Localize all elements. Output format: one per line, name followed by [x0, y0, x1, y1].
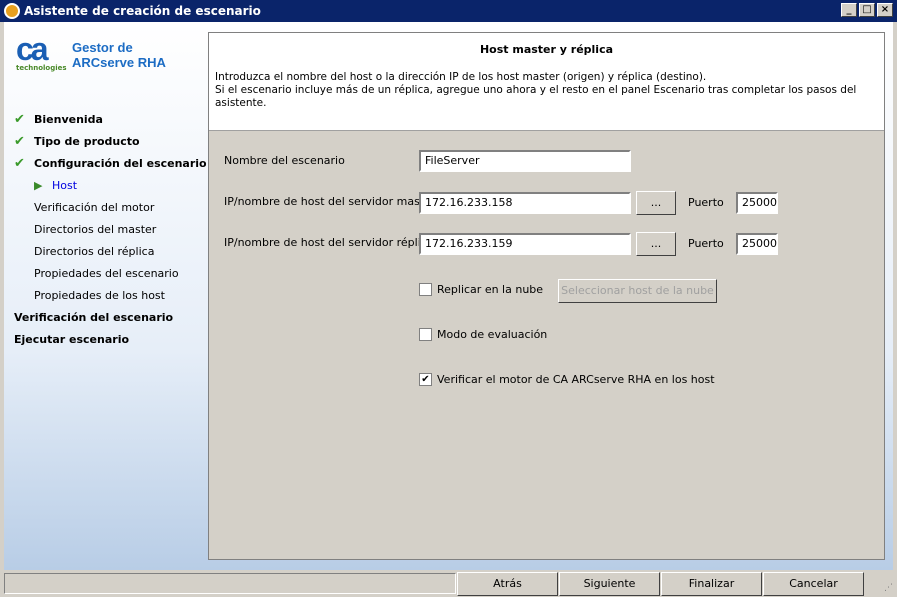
maximize-button[interactable]: □ [859, 3, 875, 17]
product-name: Gestor de ARCserve RHA [72, 40, 166, 70]
replica-port-label: Puerto [688, 237, 724, 250]
step-propiedades-escenario: Propiedades del escenario [34, 266, 179, 280]
scenario-name-input[interactable]: FileServer [419, 150, 631, 172]
master-host-label: IP/nombre de host del servidor master [224, 195, 436, 208]
step-directorios-replica: Directorios del réplica [34, 244, 155, 258]
verify-engine-label: Verificar el motor de CA ARCserve RHA en… [437, 373, 715, 386]
status-field [4, 573, 456, 594]
step-bienvenida: ✔ Bienvenida [14, 111, 103, 127]
next-button[interactable]: Siguiente [559, 572, 660, 596]
content-panel: Host master y réplica Introduzca el nomb… [208, 32, 885, 560]
ca-logo: ca technologies [16, 31, 67, 72]
check-icon: ✔ [14, 111, 25, 127]
title-bar: Asistente de creación de escenario _ □ × [0, 0, 897, 22]
master-browse-button[interactable]: ... [636, 191, 676, 215]
step-verificacion-motor: Verificación del motor [34, 200, 155, 214]
status-bar: Atrás Siguiente Finalizar Cancelar ⋰ [0, 570, 897, 597]
cloud-checkbox[interactable] [419, 283, 432, 296]
cancel-button[interactable]: Cancelar [763, 572, 864, 596]
verify-engine-checkbox[interactable]: ✔ [419, 373, 432, 386]
master-host-input[interactable]: 172.16.233.158 [419, 192, 631, 214]
replica-browse-button[interactable]: ... [636, 232, 676, 256]
step-configuracion: ✔ Configuración del escenario [14, 155, 207, 171]
evaluation-mode-checkbox[interactable] [419, 328, 432, 341]
step-ejecutar: Ejecutar escenario [14, 332, 130, 346]
minimize-button[interactable]: _ [841, 3, 857, 17]
close-button[interactable]: × [877, 3, 893, 17]
instructions: Introduzca el nombre del host o la direc… [215, 71, 857, 109]
scenario-name-label: Nombre del escenario [224, 154, 345, 167]
replica-port-input[interactable]: 25000 [736, 233, 778, 255]
check-icon: ✔ [14, 133, 25, 149]
step-propiedades-host: Propiedades de los host [34, 288, 165, 302]
replica-host-label: IP/nombre de host del servidor réplica [224, 236, 434, 249]
select-cloud-host-button[interactable]: Seleccionar host de la nube [558, 279, 717, 303]
step-directorios-master: Directorios del master [34, 222, 157, 236]
replica-host-input[interactable]: 172.16.233.159 [419, 233, 631, 255]
resize-grip-icon[interactable]: ⋰ [884, 583, 893, 593]
evaluation-mode-label: Modo de evaluación [437, 328, 548, 341]
current-arrow-icon: ▶ [34, 178, 43, 192]
panel-header: Host master y réplica Introduzca el nomb… [209, 33, 884, 131]
page-title: Host master y réplica [479, 43, 614, 56]
finish-button[interactable]: Finalizar [661, 572, 762, 596]
back-button[interactable]: Atrás [457, 572, 558, 596]
wizard-steps: ✔ Bienvenida ✔ Tipo de producto ✔ Configura… [14, 108, 207, 350]
master-port-label: Puerto [688, 196, 724, 209]
check-icon: ✔ [14, 155, 25, 171]
step-host: ▶ Host [34, 178, 78, 192]
app-icon [4, 3, 20, 19]
step-tipo-producto: ✔ Tipo de producto [14, 133, 140, 149]
master-port-input[interactable]: 25000 [736, 192, 778, 214]
cloud-label: Replicar en la nube [437, 283, 544, 296]
window-title: Asistente de creación de escenario [24, 4, 261, 18]
step-verificacion-escenario: Verificación del escenario [14, 310, 174, 324]
